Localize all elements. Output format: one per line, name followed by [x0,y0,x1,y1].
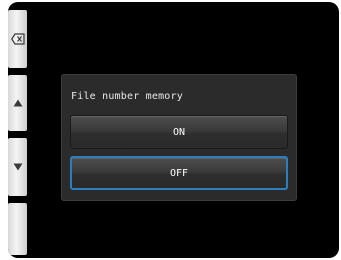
up-arrow-icon [13,99,22,107]
backspace-icon [10,33,25,45]
camera-screen: File number memory ON OFF [8,2,339,258]
file-number-memory-dialog: File number memory ON OFF [61,74,297,201]
option-on-label: ON [172,126,186,138]
scroll-up-button[interactable] [8,75,27,131]
dialog-title: File number memory [71,91,183,102]
backspace-button[interactable] [8,10,27,68]
down-arrow-icon [13,163,22,171]
option-off-button[interactable]: OFF [70,156,288,190]
scroll-down-button[interactable] [8,138,27,196]
blank-side-button[interactable] [8,203,27,255]
option-on-button[interactable]: ON [70,115,288,149]
option-off-label: OFF [169,167,189,179]
